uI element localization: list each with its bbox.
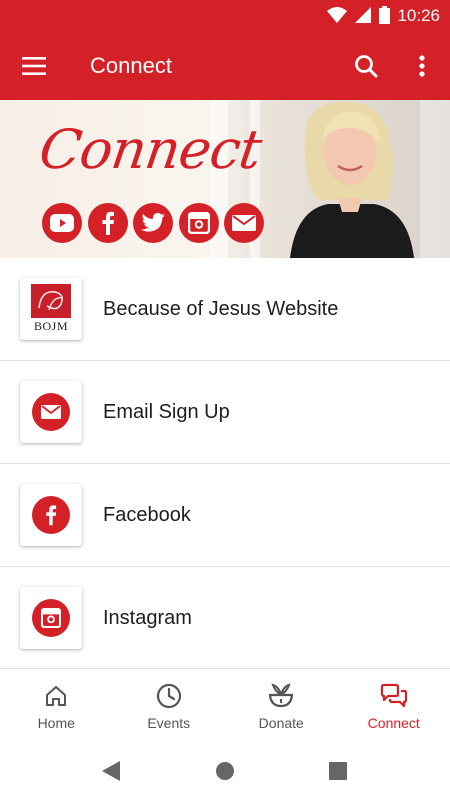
list-item-label: Email Sign Up (103, 401, 230, 423)
list-item-icon-tile: BOJM (20, 278, 82, 340)
list-item-icon-tile (20, 484, 82, 546)
email-icon-circle (32, 393, 70, 431)
bojm-logo-mark (31, 284, 71, 318)
instagram-icon (41, 608, 61, 628)
clock-icon (154, 681, 184, 711)
connect-link-list: BOJM Because of Jesus Website Email Sign… (0, 258, 450, 670)
more-vertical-icon (419, 55, 425, 77)
menu-button[interactable] (16, 49, 52, 83)
wifi-icon (327, 7, 347, 23)
facebook-icon-circle (32, 496, 70, 534)
connect-banner: Connect (0, 100, 450, 258)
list-item-instagram[interactable]: Instagram (0, 567, 450, 670)
nav-item-connect[interactable]: Connect (338, 669, 450, 744)
app-bar: Connect (0, 32, 450, 100)
status-bar: 10:26 (0, 0, 450, 32)
envelope-icon (41, 405, 61, 419)
list-item-label: Instagram (103, 607, 192, 629)
list-item-facebook[interactable]: Facebook (0, 464, 450, 567)
facebook-icon (102, 211, 114, 235)
list-item-icon-tile (20, 587, 82, 649)
battery-icon (379, 6, 390, 24)
page-title: Connect (90, 53, 172, 78)
instagram-icon-circle (32, 599, 70, 637)
home-icon (41, 681, 71, 711)
list-item-label: Facebook (103, 504, 191, 526)
nav-item-donate[interactable]: Donate (225, 669, 338, 744)
nav-item-label: Events (147, 715, 191, 731)
chat-icon (379, 681, 409, 711)
list-item-icon-tile (20, 381, 82, 443)
bojm-logo: BOJM (24, 282, 78, 336)
youtube-icon (50, 214, 74, 232)
signal-icon (355, 7, 371, 23)
envelope-icon (232, 215, 256, 231)
overflow-menu-button[interactable] (406, 48, 438, 84)
home-circle-icon[interactable] (215, 760, 235, 782)
twitter-icon (141, 213, 165, 232)
banner-background-pillar (420, 100, 450, 258)
nav-item-home[interactable]: Home (0, 669, 113, 744)
search-button[interactable] (348, 48, 384, 84)
email-social-button[interactable] (224, 203, 264, 243)
instagram-social-button[interactable] (179, 203, 219, 243)
list-item-email-signup[interactable]: Email Sign Up (0, 361, 450, 464)
recent-apps-icon[interactable] (328, 760, 348, 782)
bojm-logo-text: BOJM (33, 319, 68, 333)
donate-icon (266, 681, 296, 711)
list-item-label: Because of Jesus Website (103, 298, 339, 320)
youtube-button[interactable] (42, 203, 82, 243)
status-icons (327, 6, 390, 24)
instagram-icon (188, 212, 210, 234)
bottom-navigation: Home Events Donate Connect (0, 668, 450, 744)
facebook-social-button[interactable] (88, 203, 128, 243)
twitter-button[interactable] (133, 203, 173, 243)
nav-item-events[interactable]: Events (113, 669, 226, 744)
search-icon (355, 55, 378, 78)
status-time: 10:26 (397, 6, 440, 25)
list-item-website[interactable]: BOJM Because of Jesus Website (0, 258, 450, 361)
hamburger-menu-icon (22, 57, 46, 75)
banner-heading: Connect (35, 118, 265, 181)
facebook-icon (46, 505, 57, 526)
system-navigation-bar (0, 744, 450, 800)
back-icon[interactable] (101, 760, 121, 782)
nav-item-label: Home (37, 715, 75, 731)
nav-item-label: Connect (367, 715, 420, 731)
nav-item-label: Donate (258, 715, 304, 731)
speaker-photo (290, 101, 414, 258)
